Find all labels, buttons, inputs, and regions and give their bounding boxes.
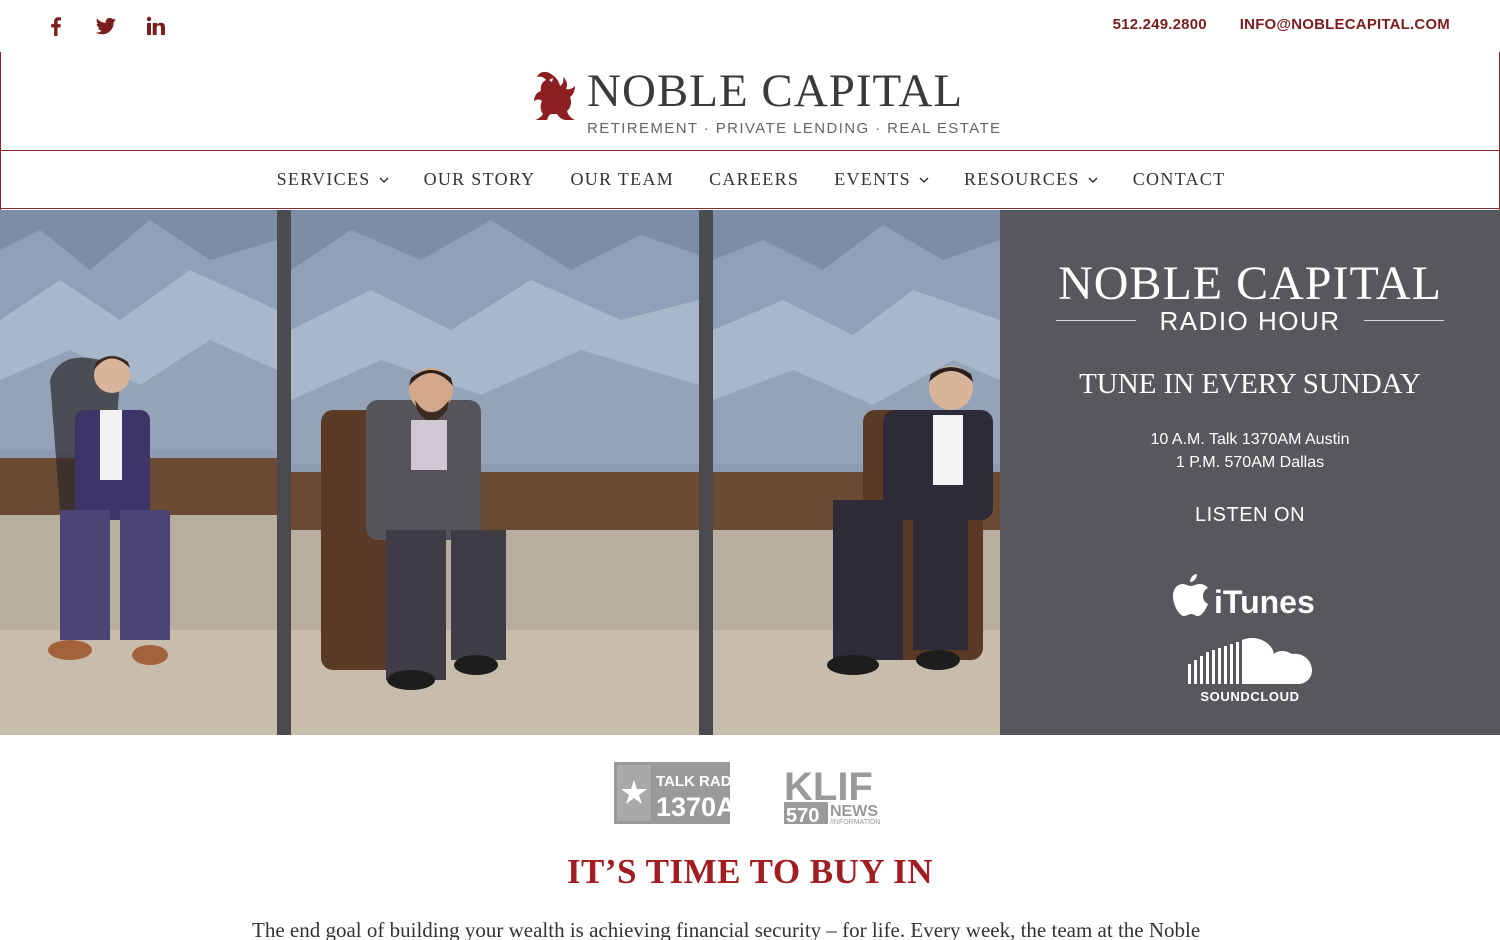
- griffin-icon: [534, 71, 575, 120]
- section-headline: IT’S TIME TO BUY IN: [566, 852, 934, 891]
- logo-tagline: RETIREMENT · PRIVATE LENDING · REAL ESTA…: [587, 120, 1002, 137]
- radio-subtitle: RADIO HOUR: [1159, 306, 1341, 336]
- main-nav: SERVICES OUR STORY OUR TEAM CAREERS EVEN…: [1, 151, 1499, 209]
- radio-station-logos: TALK RADIO 1370AM KLIF 570 NEWS /INFORMA…: [614, 762, 894, 826]
- nav-item-our-team[interactable]: OUR TEAM: [570, 169, 674, 190]
- twitter-icon: [95, 17, 116, 35]
- chevron-down-icon: [1088, 176, 1098, 183]
- soundcloud-link[interactable]: SOUNDCLOUD: [1186, 636, 1316, 706]
- phone-link[interactable]: 512.249.2800: [1113, 16, 1207, 33]
- email-link[interactable]: INFO@NOBLECAPITAL.COM: [1240, 16, 1450, 33]
- twitter-link[interactable]: [94, 14, 118, 42]
- hero-banner: NOBLE CAPITAL RADIO HOUR TUNE IN EVERY S…: [0, 210, 1500, 735]
- team-photo-1: [0, 210, 277, 735]
- apple-icon: [1173, 574, 1208, 616]
- site-header: NOBLE CAPITAL RETIREMENT · PRIVATE LENDI…: [0, 52, 1500, 210]
- broadcast-schedule: 10 A.M. Talk 1370AM Austin 1 P.M. 570AM …: [1000, 428, 1500, 474]
- linkedin-icon: [146, 16, 165, 35]
- svg-text:1370AM: 1370AM: [656, 792, 730, 822]
- soundcloud-icon: [1188, 637, 1312, 684]
- nav-item-label: OUR STORY: [423, 169, 536, 189]
- facebook-icon: [51, 17, 61, 36]
- contact-info: 512.249.2800 INFO@NOBLECAPITAL.COM: [1113, 16, 1450, 33]
- divider-line: [1364, 320, 1444, 321]
- photo-divider: [699, 210, 713, 735]
- schedule-austin: 10 A.M. Talk 1370AM Austin: [1150, 431, 1350, 448]
- klif-570-logo: KLIF 570 NEWS /INFORMATION: [784, 765, 880, 826]
- svg-text:TALK RADIO: TALK RADIO: [656, 773, 730, 790]
- nav-item-label: CAREERS: [709, 169, 800, 189]
- nav-item-label: CONTACT: [1132, 169, 1226, 189]
- itunes-label: iTunes: [1214, 584, 1315, 620]
- itunes-link[interactable]: iTunes: [1170, 572, 1315, 618]
- nav-item-resources[interactable]: RESOURCES: [964, 169, 1098, 190]
- logo-area: NOBLE CAPITAL RETIREMENT · PRIVATE LENDI…: [1, 52, 1499, 151]
- nav-item-label: SERVICES: [276, 169, 371, 189]
- facebook-link[interactable]: [44, 14, 68, 42]
- photo-divider: [277, 210, 291, 735]
- radio-hour-panel: NOBLE CAPITAL RADIO HOUR TUNE IN EVERY S…: [1000, 210, 1500, 735]
- nav-item-label: OUR TEAM: [570, 169, 675, 189]
- nav-item-events[interactable]: EVENTS: [834, 169, 929, 190]
- nav-item-services[interactable]: SERVICES: [277, 169, 389, 190]
- team-photo-2: [291, 210, 699, 735]
- radio-title: NOBLE CAPITAL: [1058, 257, 1442, 310]
- social-links: [44, 14, 168, 42]
- chevron-down-icon: [379, 176, 389, 183]
- soundcloud-label: SOUNDCLOUD: [1200, 689, 1300, 704]
- nav-item-contact[interactable]: CONTACT: [1133, 169, 1226, 190]
- nav-item-label: EVENTS: [834, 169, 911, 189]
- svg-text:570: 570: [786, 805, 819, 826]
- site-logo[interactable]: NOBLE CAPITAL RETIREMENT · PRIVATE LENDI…: [531, 64, 1000, 144]
- linkedin-link[interactable]: [144, 14, 168, 42]
- listen-on-label: LISTEN ON: [1194, 504, 1306, 526]
- nav-item-label: RESOURCES: [963, 169, 1080, 189]
- chevron-down-icon: [919, 176, 929, 183]
- tune-in-heading: TUNE IN EVERY SUNDAY: [1079, 368, 1421, 400]
- nav-item-our-story[interactable]: OUR STORY: [424, 169, 536, 190]
- svg-text:NEWS: NEWS: [830, 803, 878, 820]
- schedule-dallas: 1 P.M. 570AM Dallas: [1175, 454, 1325, 471]
- top-bar: 512.249.2800 INFO@NOBLECAPITAL.COM: [0, 0, 1500, 52]
- team-photo-3: [713, 210, 1000, 735]
- logo-title: NOBLE CAPITAL: [587, 65, 964, 117]
- svg-text:/INFORMATION: /INFORMATION: [830, 819, 880, 826]
- intro-paragraph: The end goal of building your wealth is …: [252, 918, 1201, 940]
- nav-item-careers[interactable]: CAREERS: [709, 169, 799, 190]
- talk-radio-1370-logo: TALK RADIO 1370AM: [614, 762, 730, 824]
